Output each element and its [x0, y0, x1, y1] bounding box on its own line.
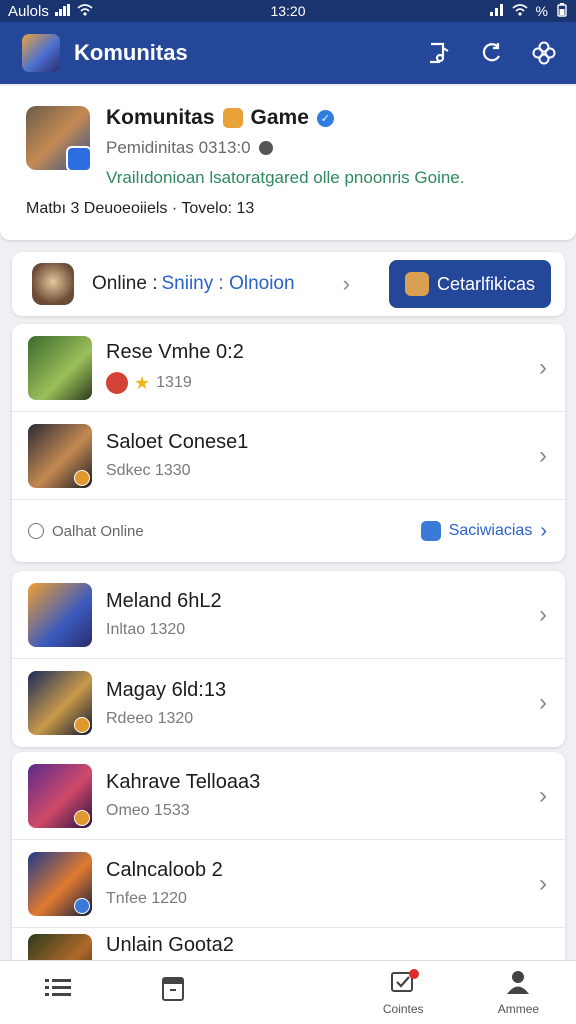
- game-subtitle: Omeo 1533: [106, 802, 190, 819]
- profile-description: Vrailıdonioan lsatoratgared olle pnoonri…: [106, 168, 465, 187]
- chevron-right-icon[interactable]: ›: [539, 601, 547, 629]
- profile-title: Komunitas Game ✓: [106, 106, 334, 130]
- nav-label: Cointes: [382, 1002, 424, 1016]
- game-title: Rese Vmhe 0:2: [106, 341, 244, 363]
- person-icon: [504, 969, 532, 1000]
- settings-flower-icon[interactable]: [530, 39, 558, 67]
- avatar-badge-icon: [106, 372, 128, 394]
- game-title: Saloet Conese1: [106, 431, 249, 453]
- nav-profile[interactable]: Ammee: [461, 961, 576, 1024]
- profile-title-text: Komunitas: [106, 106, 215, 129]
- game-badge-icon: [74, 717, 90, 733]
- star-icon: ★: [134, 372, 151, 393]
- community-profile-card: Komunitas Game ✓ Pemidinitas 0313:0 Vrai…: [0, 86, 576, 240]
- profile-stats: Matbı 3 Deuoeoiiels · Tovelo: 13: [26, 200, 255, 217]
- chevron-right-icon[interactable]: ›: [539, 689, 547, 717]
- chevron-right-icon[interactable]: ›: [539, 442, 547, 470]
- game-list-card-3: Kahrave Telloaa3 Omeo 1533 › Calncaloob …: [12, 752, 565, 968]
- certificates-button-label: Cetarlfikicas: [436, 273, 536, 294]
- online-indicator: Oalhat Online: [28, 523, 144, 540]
- notification-dot: [409, 968, 420, 979]
- chevron-right-icon[interactable]: ›: [343, 271, 350, 297]
- game-thumbnail: [28, 763, 92, 828]
- game-subtitle: Tnfee 1220: [106, 890, 187, 907]
- verified-icon: ✓: [316, 109, 334, 127]
- chevron-right-icon[interactable]: ›: [539, 354, 547, 382]
- game-subtitle-text: 1319: [156, 374, 192, 391]
- game-row[interactable]: Saloet Conese1 Sdkec 1330 ›: [12, 412, 565, 500]
- nav-comments[interactable]: Cointes: [346, 961, 461, 1024]
- game-title: Unlain Goota2: [106, 934, 234, 956]
- bottom-navigation: Cointes Ammee: [0, 960, 576, 1024]
- clock: 13:20: [270, 3, 306, 19]
- game-row[interactable]: Rese Vmhe 0:2 ★ 1319 ›: [12, 324, 565, 412]
- info-dot-icon: [258, 141, 273, 155]
- nav-label: Ammee: [497, 1002, 540, 1016]
- profile-title-suffix: Game: [250, 106, 309, 129]
- online-footer-row: Oalhat Online Saciwiacias ›: [12, 500, 565, 562]
- online-status-card[interactable]: Online : Sniiny : Olnoion › Cetarlfikica…: [12, 252, 565, 316]
- document-icon: [160, 975, 186, 1008]
- see-all-link[interactable]: Saciwiacias ›: [420, 519, 547, 543]
- game-badge-icon: [74, 809, 90, 826]
- refresh-icon[interactable]: [478, 39, 506, 67]
- game-thumbnail: [28, 582, 92, 647]
- profile-subtitle: Pemidinitas 0313:0: [106, 138, 273, 158]
- game-row[interactable]: Magay 6ld:13 Rdeeo 1320 ›: [12, 659, 565, 747]
- game-subtitle: Inltao 1320: [106, 621, 186, 638]
- chevron-right-icon[interactable]: ›: [539, 782, 547, 810]
- game-list-card-1: Rese Vmhe 0:2 ★ 1319 › Saloet Conese1 Sd…: [12, 324, 565, 562]
- certificates-button[interactable]: Cetarlfikicas: [389, 260, 551, 308]
- online-label: Online :: [92, 273, 158, 294]
- nav-list[interactable]: [0, 961, 115, 1024]
- clock-icon: [28, 523, 44, 539]
- game-thumbnail: [28, 335, 92, 400]
- app-logo[interactable]: [22, 34, 60, 72]
- certificate-icon: [404, 272, 429, 296]
- community-avatar[interactable]: [26, 106, 92, 172]
- game-badge-icon: [74, 469, 90, 486]
- online-value[interactable]: Sniiny : Olnoion: [161, 273, 294, 295]
- status-bar: Aulols 13:20 %: [0, 0, 576, 22]
- online-footer-label: Oalhat Online: [52, 522, 144, 540]
- game-thumbnail: [28, 671, 92, 735]
- game-thumbnail: [28, 851, 92, 916]
- game-list-card-2: Meland 6hL2 Inltao 1320 › Magay 6ld:13 R…: [12, 571, 565, 747]
- game-subtitle: Rdeeo 1320: [106, 709, 194, 727]
- profile-subtitle-text: Pemidinitas 0313:0: [106, 138, 251, 157]
- nav-document[interactable]: [115, 961, 230, 1024]
- see-all-label: Saciwiacias: [448, 522, 533, 539]
- chevron-right-icon: ›: [540, 519, 547, 542]
- game-row[interactable]: Calncaloob 2 Tnfee 1220 ›: [12, 840, 565, 928]
- link-icon: [420, 521, 441, 541]
- game-subtitle: ★ 1319: [106, 372, 244, 394]
- game-title: Kahrave Telloaa3: [106, 771, 261, 793]
- chevron-right-icon[interactable]: ›: [539, 870, 547, 898]
- music-note-icon[interactable]: [426, 39, 454, 67]
- game-row[interactable]: Meland 6hL2 Inltao 1320 ›: [12, 571, 565, 659]
- game-row[interactable]: Kahrave Telloaa3 Omeo 1533 ›: [12, 752, 565, 840]
- avatar-badge-icon: [66, 146, 92, 172]
- list-icon: [43, 976, 73, 1007]
- game-title: Calncaloob 2: [106, 859, 223, 881]
- app-title: Komunitas: [74, 40, 188, 65]
- game-title: Magay 6ld:13: [106, 678, 227, 701]
- game-subtitle: Sdkec 1330: [106, 462, 191, 479]
- game-title: Meland 6hL2: [106, 590, 222, 612]
- trophy-icon: [222, 108, 243, 128]
- app-bar: Komunitas: [0, 22, 576, 84]
- game-badge-icon: [74, 897, 90, 914]
- online-avatar: [32, 263, 74, 305]
- game-thumbnail: [28, 423, 92, 488]
